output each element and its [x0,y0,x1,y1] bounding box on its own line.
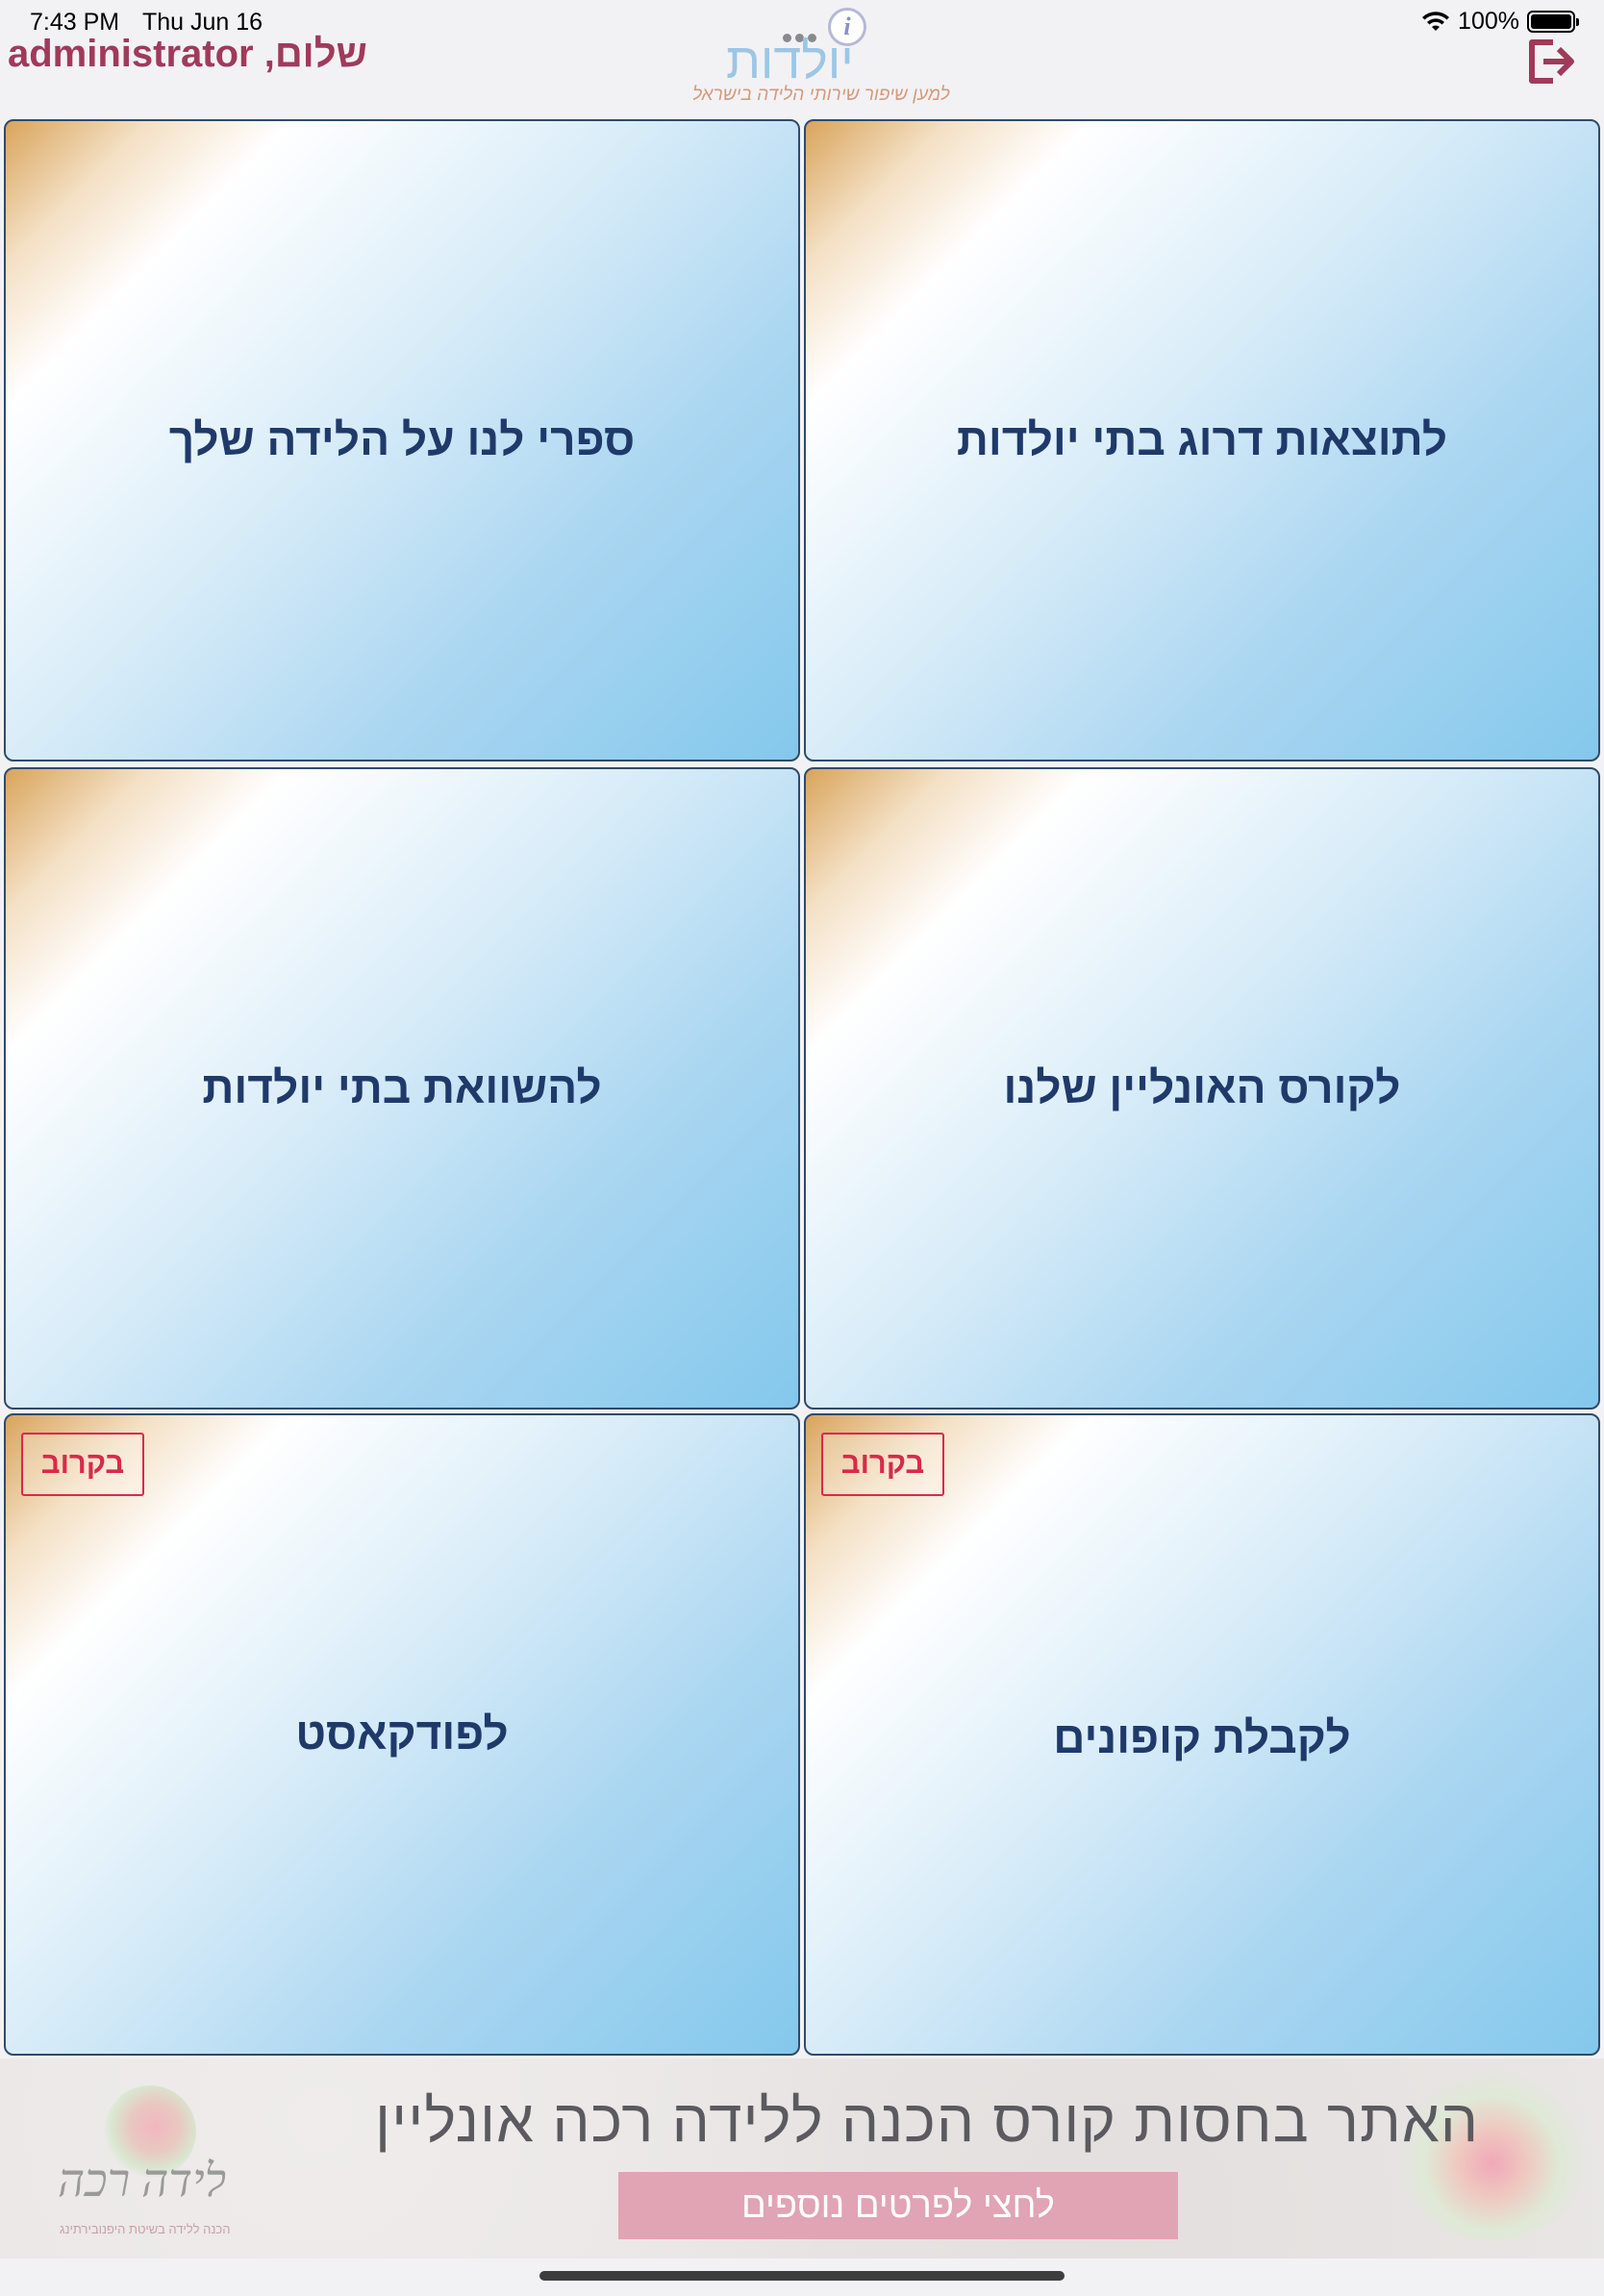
tile-online-course[interactable]: לקורס האונליין שלנו [804,767,1600,1410]
tile-compare-hospitals[interactable]: להשוואת בתי יולדות [4,767,800,1410]
logo-tagline: למען שיפור שירותי הלידה בישראל [692,85,950,105]
logo-title: יולדות [726,34,854,89]
tile-coupons[interactable]: בקרוב לקבלת קופונים [804,1413,1600,2056]
tile-label: להשוואת בתי יולדות [202,1062,602,1112]
coming-soon-badge: בקרוב [821,1433,944,1496]
logout-button[interactable] [1524,35,1578,88]
tile-tell-us-birth[interactable]: ספרי לנו על הלידה שלך [4,119,800,761]
sponsor-logo-text: לידה רכה [58,2156,227,2207]
home-indicator[interactable] [539,2271,1065,2281]
tile-label: לתוצאות דרוג בתי יולדות [956,414,1448,464]
tile-label: לקבלת קופונים [1053,1712,1351,1762]
wifi-icon [1421,11,1450,33]
greeting-text: שלום, administrator [8,33,367,75]
tile-label: לפודקאסט [295,1709,509,1759]
sponsor-banner[interactable]: לידה רכה הכנה ללידה בשיטת היפנובירתינג ה… [0,2059,1604,2259]
battery-icon [1527,11,1579,33]
tile-label: לקורס האונליין שלנו [1003,1062,1401,1112]
banner-cta-button[interactable]: לחצי לפרטים נוספים [618,2172,1178,2239]
status-indicators: 100% [1421,8,1579,36]
banner-headline: האתר בחסות קורס הכנה ללידה רכה אונליין [375,2088,1480,2155]
tile-ranking-results[interactable]: לתוצאות דרוג בתי יולדות [804,119,1600,761]
logout-icon [1529,39,1574,84]
app-logo: i יולדות למען שיפור שירותי הלידה בישראל [688,8,950,113]
coming-soon-badge: בקרוב [21,1433,144,1496]
tile-podcast[interactable]: בקרוב לפודקאסט [4,1413,800,2056]
sponsor-logo-subtitle: הכנה ללידה בשיטת היפנובירתינג [60,2222,231,2236]
battery-percent: 100% [1458,8,1519,35]
tile-label: ספרי לנו על הלידה שלך [168,414,636,464]
